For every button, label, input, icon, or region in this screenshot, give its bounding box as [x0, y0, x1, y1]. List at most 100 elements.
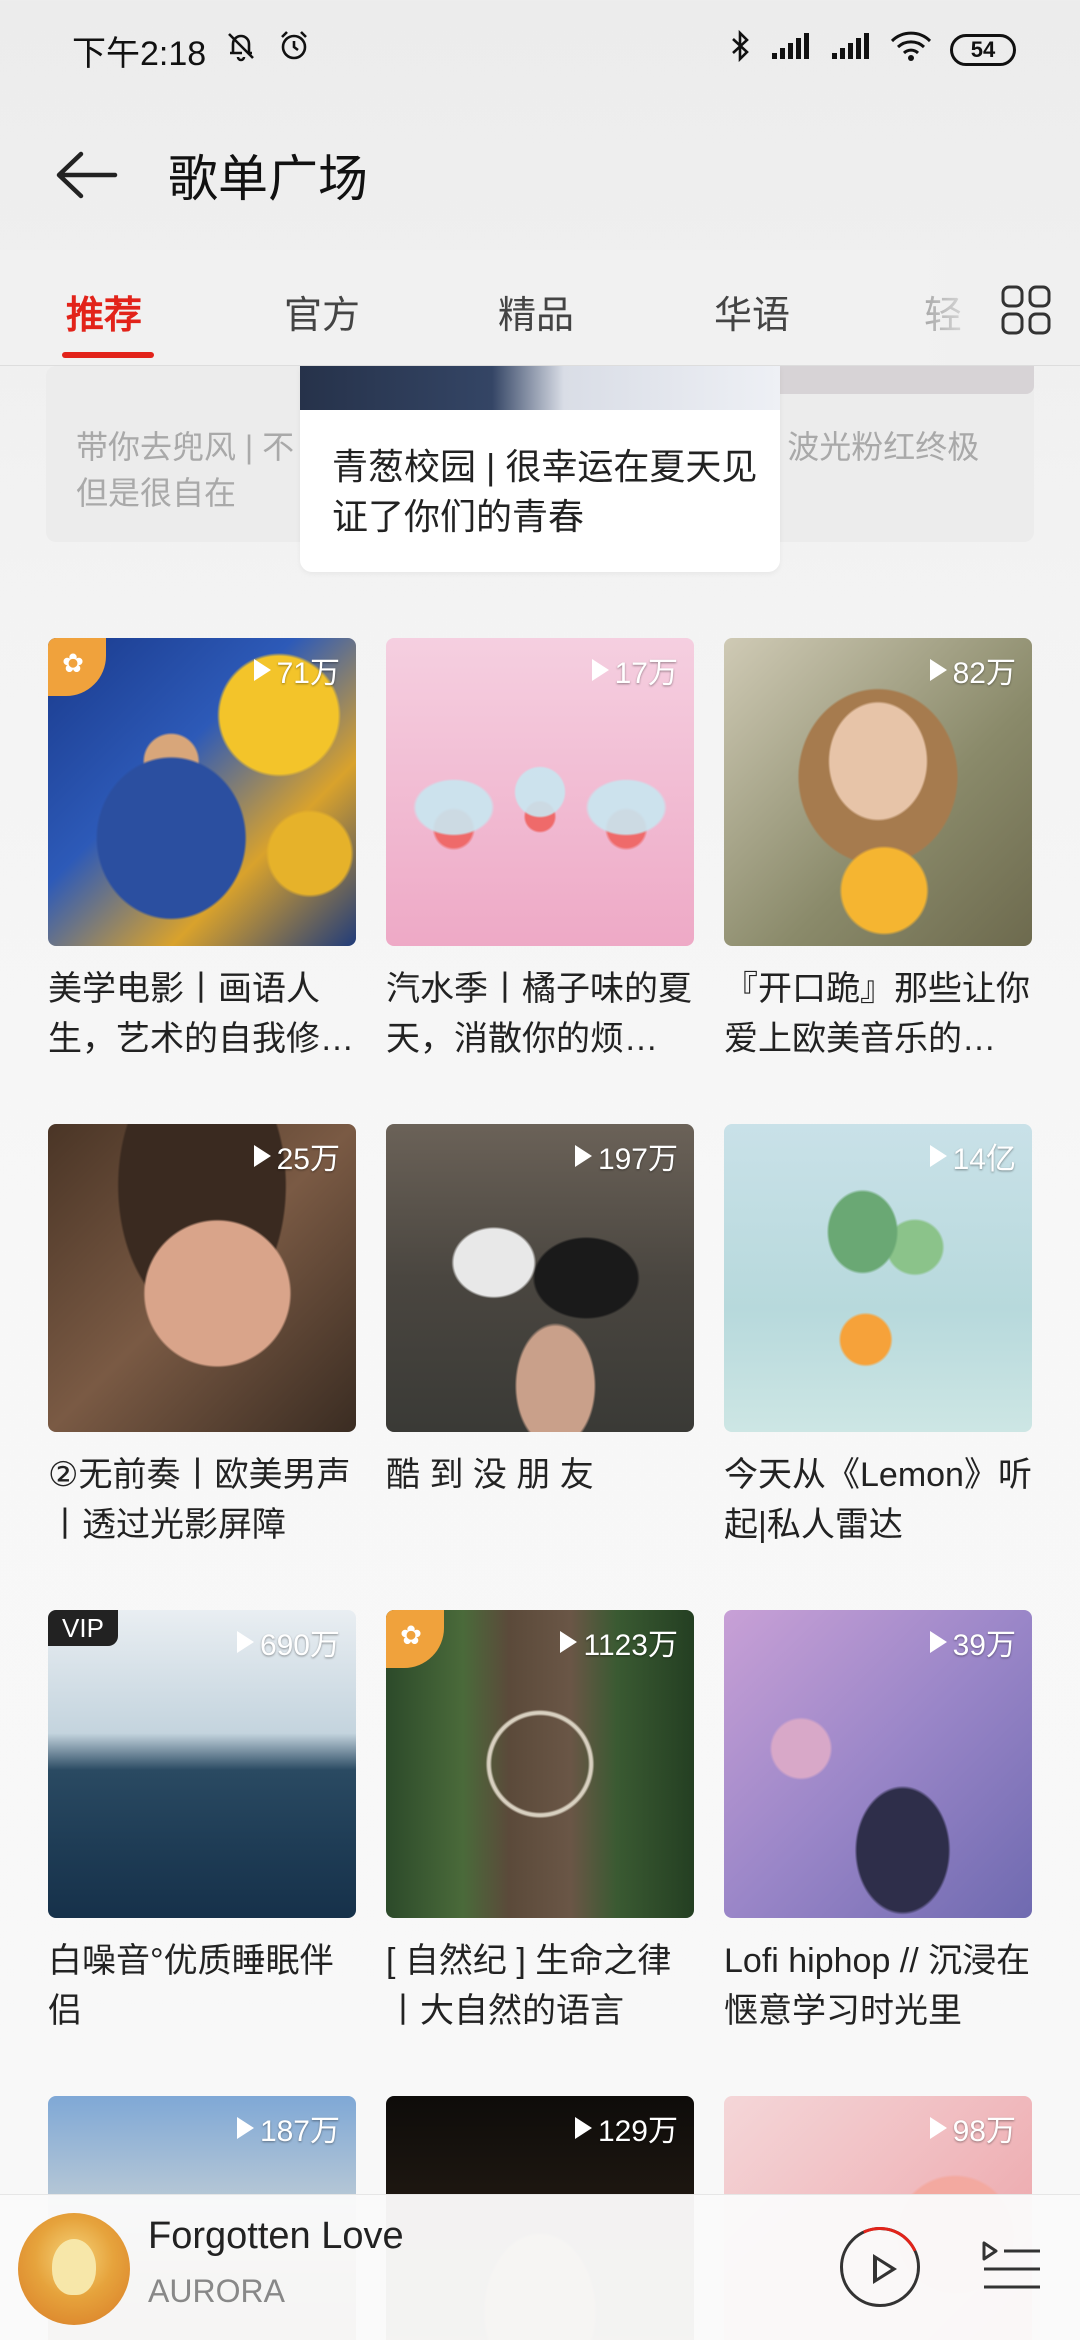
playlist-card[interactable]: ✿ 1123万 [ 自然纪 ] 生命之律丨大自然的语言 — [386, 1610, 694, 2036]
playlist-cover: ✿ 1123万 — [386, 1610, 694, 1918]
play-count-icon — [591, 659, 609, 681]
play-count: 17万 — [591, 648, 678, 692]
banner-card-center[interactable]: 青葱校园 | 很幸运在夏天见证了你们的青春 — [300, 366, 780, 572]
bell-muted-icon — [224, 29, 258, 72]
playlist-title: 『开口跪』那些让你爱上欧美音乐的… — [724, 970, 1030, 1058]
play-count-icon — [253, 659, 271, 681]
banner-image — [300, 366, 780, 410]
signal-icon — [770, 31, 812, 70]
banner-right-text: | 波光粉红终极 — [770, 429, 980, 465]
playlist-card[interactable]: VIP 690万 白噪音°优质睡眠伴侣 — [48, 1610, 356, 2036]
playlist-cover: 14亿 — [724, 1124, 1032, 1432]
playlist-cover: 39万 — [724, 1610, 1032, 1918]
playlist-cover: 25万 — [48, 1124, 356, 1432]
playlist-icon[interactable] — [980, 2239, 1044, 2295]
play-count: 1123万 — [560, 1620, 678, 1664]
back-button[interactable] — [52, 140, 122, 210]
playlist-title: ②无前奏丨欧美男声丨透过光影屏障 — [48, 1456, 351, 1544]
playlist-cover: 17万 — [386, 638, 694, 946]
playlist-title: 白噪音°优质睡眠伴侣 — [48, 1942, 334, 2030]
playlist-title: 美学电影丨画语人生，艺术的自我修… — [48, 970, 354, 1058]
header: 歌单广场 — [0, 100, 1080, 250]
album-art[interactable] — [18, 2213, 130, 2325]
tab-recommend[interactable]: 推荐 — [66, 284, 142, 339]
playlist-card[interactable]: 39万 Lofi hiphop // 沉浸在惬意学习时光里 — [724, 1610, 1032, 2036]
play-count-icon — [253, 1145, 271, 1167]
banner-center-text: 青葱校园 | 很幸运在夏天见证了你们的青春 — [332, 446, 758, 537]
play-count-value: 82万 — [952, 657, 1016, 690]
play-icon — [873, 2254, 897, 2284]
play-count-icon — [929, 2117, 947, 2139]
play-count-value: 98万 — [952, 2115, 1016, 2148]
play-count-value: 14亿 — [952, 1143, 1016, 1176]
page-title: 歌单广场 — [168, 151, 368, 207]
play-count: 71万 — [253, 648, 340, 692]
playlist-title: Lofi hiphop // 沉浸在惬意学习时光里 — [724, 1942, 1031, 2030]
play-count-icon — [574, 2117, 592, 2139]
playlist-cover: 197万 — [386, 1124, 694, 1432]
song-title: Forgotten Love — [148, 2215, 404, 2257]
playlist-card[interactable]: 25万 ②无前奏丨欧美男声丨透过光影屏障 — [48, 1124, 356, 1550]
category-grid-icon[interactable] — [1000, 284, 1052, 336]
banner-left-text: 带你去兜风 | 不 但是很自在 — [76, 429, 295, 511]
play-count: 25万 — [253, 1134, 340, 1178]
play-count-value: 39万 — [952, 1629, 1016, 1662]
tab-active-indicator — [62, 352, 154, 358]
wifi-icon — [890, 30, 932, 71]
mini-player[interactable]: Forgotten Love AURORA — [0, 2194, 1080, 2340]
artist-name: AURORA — [148, 2273, 285, 2309]
playlist-title: 酷 到 没 朋 友 — [386, 1456, 594, 1494]
play-count: 39万 — [929, 1620, 1016, 1664]
playlist-title: 汽水季丨橘子味的夏天，消散你的烦… — [386, 970, 692, 1058]
status-bar: 下午2:18 54 — [0, 0, 1080, 100]
playlist-card[interactable]: ✿ 71万 美学电影丨画语人生，艺术的自我修… — [48, 638, 356, 1064]
playlist-cover: VIP 690万 — [48, 1610, 356, 1918]
play-count: 197万 — [574, 1134, 678, 1178]
play-count-value: 1123万 — [583, 1629, 678, 1662]
playlist-title: [ 自然纪 ] 生命之律丨大自然的语言 — [386, 1942, 672, 2030]
play-count-value: 25万 — [276, 1143, 340, 1176]
play-count: 98万 — [929, 2106, 1016, 2150]
play-count: 14亿 — [929, 1134, 1016, 1178]
playlist-card[interactable]: 17万 汽水季丨橘子味的夏天，消散你的烦… — [386, 638, 694, 1064]
play-count-value: 197万 — [597, 1143, 678, 1176]
tab-bar: 推荐 官方 精品 华语 轻 — [0, 250, 1080, 366]
play-count-icon — [236, 2117, 254, 2139]
playlist-card[interactable]: 14亿 今天从《Lemon》听起|私人雷达 — [724, 1124, 1032, 1550]
playlist-card[interactable]: 197万 酷 到 没 朋 友 — [386, 1124, 694, 1550]
play-count-value: 17万 — [614, 657, 678, 690]
battery-icon: 54 — [950, 34, 1016, 66]
curated-badge-icon: ✿ — [48, 638, 106, 696]
play-count-icon — [929, 1631, 947, 1653]
play-count: 82万 — [929, 648, 1016, 692]
clock: 下午2:18 — [72, 34, 207, 73]
playlist-title: 今天从《Lemon》听起|私人雷达 — [724, 1456, 1032, 1544]
alarm-icon — [276, 28, 312, 73]
play-button[interactable] — [828, 2215, 932, 2319]
play-count-icon — [560, 1631, 578, 1653]
play-count-icon — [236, 1631, 254, 1653]
play-count-value: 690万 — [259, 1629, 340, 1662]
play-count-value: 71万 — [276, 657, 340, 690]
play-count: 690万 — [236, 1620, 340, 1664]
playlist-cover: ✿ 71万 — [48, 638, 356, 946]
tab-featured[interactable]: 精品 — [498, 284, 574, 339]
back-arrow-icon — [56, 151, 118, 199]
play-count-value: 129万 — [597, 2115, 678, 2148]
bluetooth-icon — [730, 29, 752, 72]
play-count: 129万 — [574, 2106, 678, 2150]
battery-level: 54 — [970, 37, 996, 62]
play-count-icon — [929, 659, 947, 681]
playlist-cover: 82万 — [724, 638, 1032, 946]
play-count-icon — [929, 1145, 947, 1167]
signal-icon — [830, 31, 872, 70]
vip-badge: VIP — [48, 1610, 118, 1646]
tab-official[interactable]: 官方 — [284, 284, 360, 339]
banner-card-right[interactable]: | 波光粉红终极 — [740, 366, 1034, 542]
curated-badge-icon: ✿ — [386, 1610, 444, 1668]
play-count-value: 187万 — [259, 2115, 340, 2148]
tab-chinese[interactable]: 华语 — [714, 284, 790, 339]
play-count: 187万 — [236, 2106, 340, 2150]
play-count-icon — [574, 1145, 592, 1167]
playlist-card[interactable]: 82万 『开口跪』那些让你爱上欧美音乐的… — [724, 638, 1032, 1064]
